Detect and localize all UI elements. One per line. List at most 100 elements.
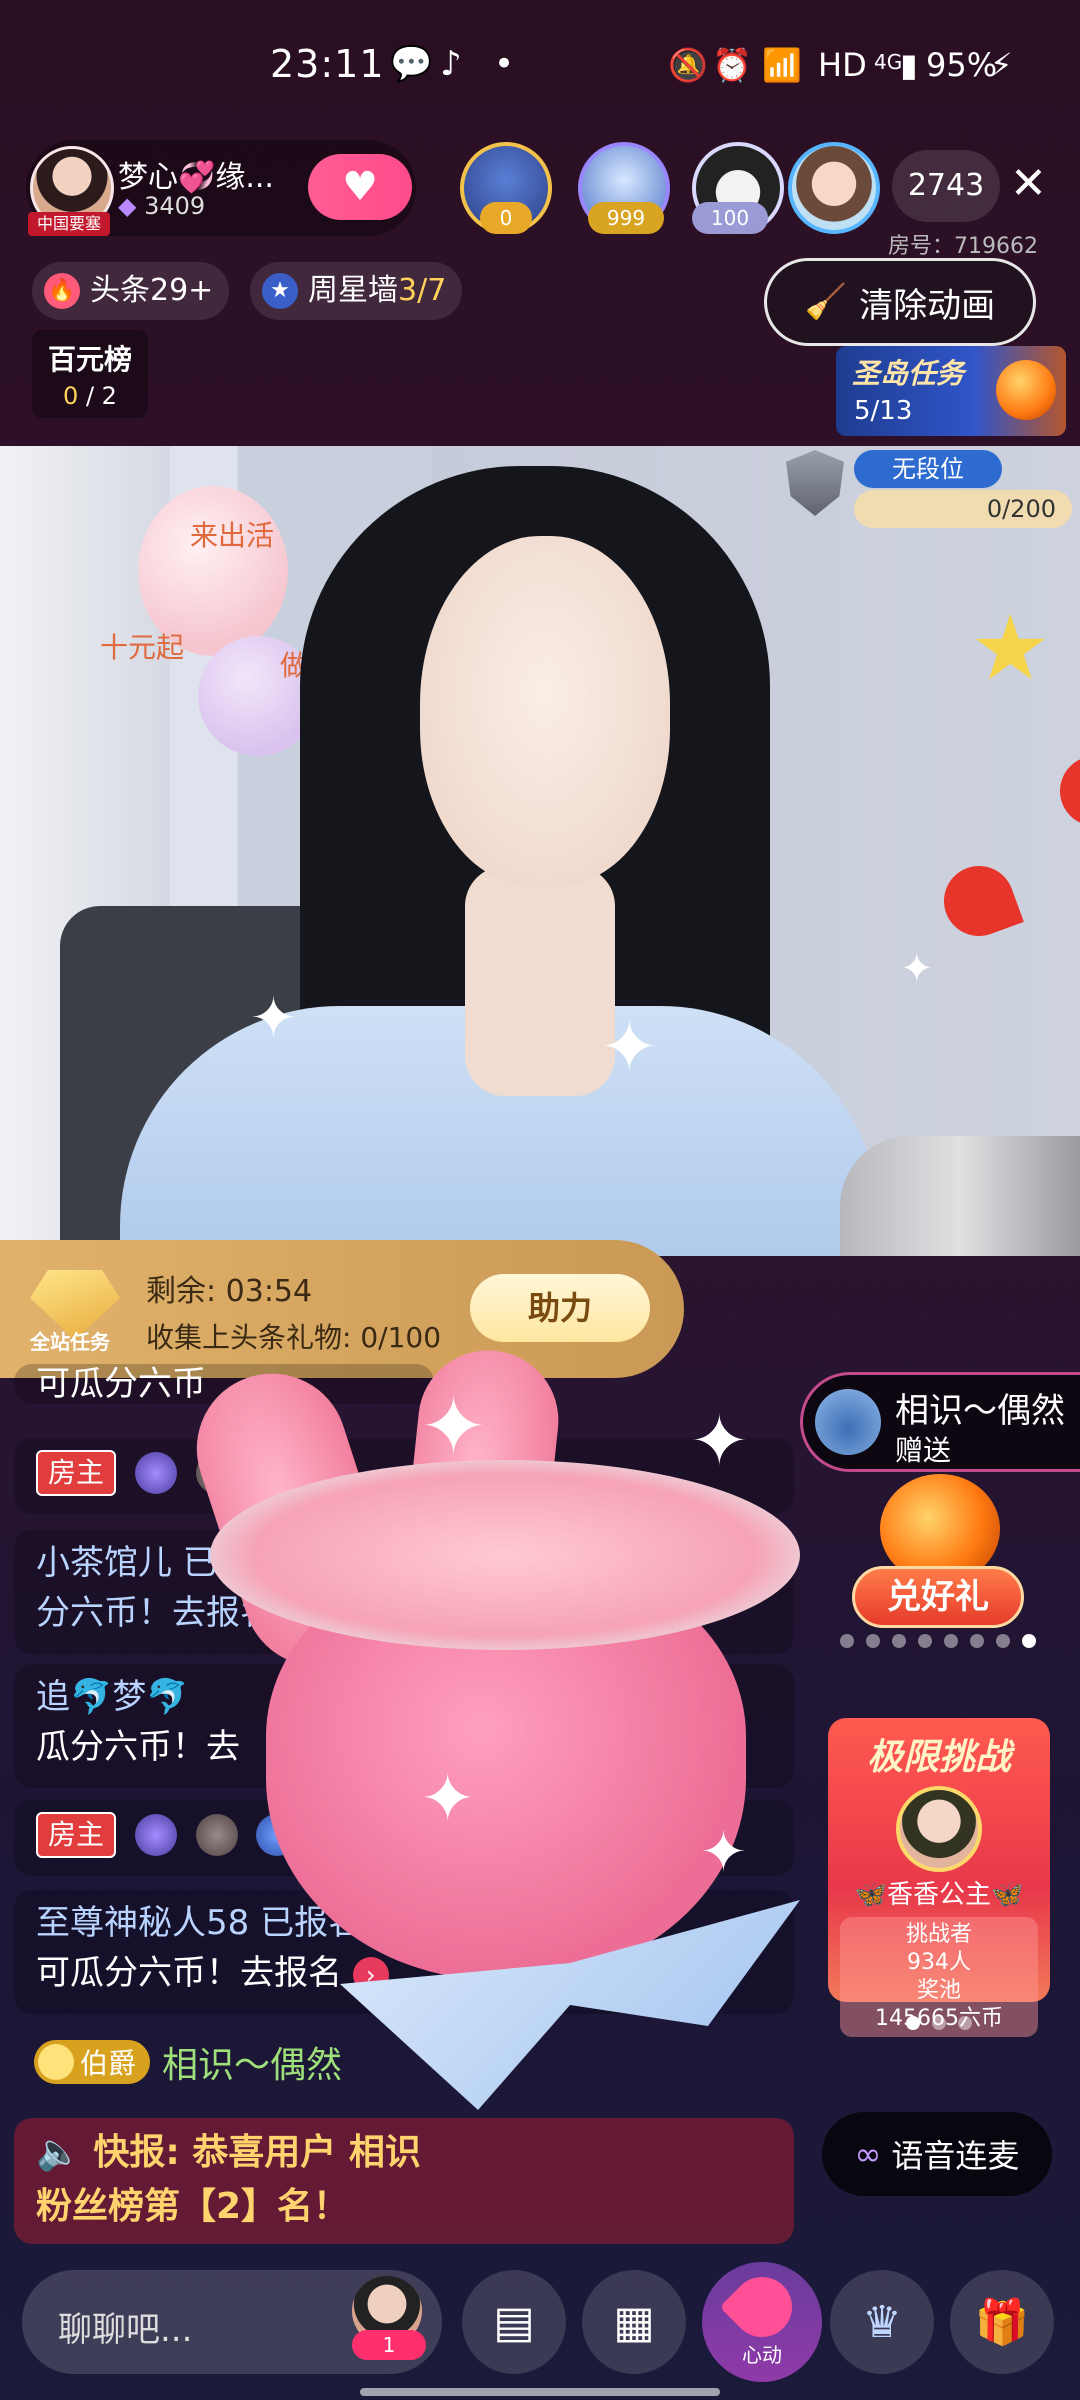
butterfly-icon: 🦋 — [991, 1880, 1024, 1910]
challenge-dots — [906, 2016, 972, 2030]
heart-icon — [719, 2264, 805, 2349]
rank-total: / 2 — [85, 382, 117, 410]
owner-badge: 房主 — [36, 1450, 117, 1496]
tiktok-icon: ♪ — [440, 44, 462, 84]
streamer-neck — [465, 866, 615, 1096]
speaker-icon: 🔈 — [36, 2132, 81, 2173]
task-collect: 收集上头条礼物: 0/100 — [146, 1321, 442, 1354]
gift-action: 赠送 — [895, 1434, 952, 1467]
viewer-badge-3: 100 — [692, 202, 768, 234]
status-time: 23:11 — [270, 42, 385, 86]
crown-icon: ♛ — [862, 2296, 902, 2348]
dot-icon: • — [494, 44, 515, 84]
chat-text: 可瓜分六币！去报名 — [36, 1953, 342, 1993]
week-star-chip[interactable]: ★ 周星墙3/7 — [250, 262, 463, 320]
follow-button[interactable]: ♥ — [308, 154, 412, 220]
signal-icon: ▮ — [900, 46, 918, 84]
viewer-count[interactable]: 2743 — [892, 150, 1000, 222]
link-icon: ∞ — [854, 2135, 882, 2173]
week-star-prefix: 周星墙 — [308, 273, 398, 308]
alarm-icon: ⏰ — [712, 46, 752, 84]
boost-button[interactable]: 助力 — [470, 1274, 650, 1342]
host-fans: ◆ 3409 — [118, 192, 205, 220]
voice-link-button[interactable]: ∞ 语音连麦 — [822, 2112, 1052, 2196]
level-badge-icon — [195, 1813, 238, 1856]
star-icon: ★ — [262, 273, 298, 309]
redeem-button[interactable]: 兑好礼 — [852, 1566, 1024, 1628]
gift-button[interactable]: 🎁 — [950, 2270, 1054, 2374]
chat-text: 至尊神秘人58 已报名 — [36, 1903, 363, 1943]
chat-message[interactable]: 伯爵 相识～偶然 — [34, 2036, 342, 2088]
challengers-count: 934人 — [907, 1950, 971, 1975]
challenge-title: 极限挑战 — [866, 1737, 1011, 1778]
chat-text: 可瓜分六币 — [36, 1364, 206, 1404]
network-label: 4G — [874, 50, 903, 74]
site-task-banner[interactable]: 全站任务 剩余: 03:54 收集上头条礼物: 0/100 助力 — [0, 1240, 684, 1378]
rank-progress: 0/200 — [854, 490, 1072, 528]
comment-button[interactable]: ▤ — [462, 2270, 566, 2374]
microphone — [840, 1136, 1080, 1256]
live-video[interactable]: 来出活 十元起 做游戏 ★ ✦ ✦ ✦ — [0, 446, 1080, 1256]
home-indicator[interactable] — [360, 2388, 720, 2396]
coin-icon — [38, 2044, 74, 2080]
heart-decoration-2 — [1050, 746, 1080, 836]
status-bar: 23:11 💬 ♪ • 🔕 ⏰ 📶 HD 4G ▮ 95% ⚡ — [0, 0, 1080, 140]
room-number: 房号：719662 — [888, 234, 1038, 259]
voice-link-label: 语音连麦 — [891, 2137, 1020, 2175]
headline-label: 头条29+ — [90, 273, 214, 308]
sparkle-icon: ✦ — [900, 946, 934, 992]
crown-button[interactable]: ♛ — [830, 2270, 934, 2374]
island-task-card[interactable]: 圣岛任务 5/13 — [836, 346, 1066, 436]
sparkle-icon: ✦ — [690, 1400, 749, 1482]
chat-user: 相识～偶然 — [162, 2045, 343, 2086]
carousel-dot — [944, 1634, 958, 1648]
streamer-face — [420, 536, 670, 886]
mic-user-badge: 1 — [352, 2330, 426, 2360]
island-task-progress: 5/13 — [854, 396, 913, 426]
sparkle-icon: ✦ — [700, 1820, 747, 1885]
island-task-title: 圣岛任务 — [852, 357, 965, 390]
star-decoration: ★ — [970, 596, 1051, 701]
bouquet-roses — [210, 1460, 800, 1650]
gift-sender-avatar — [815, 1389, 881, 1455]
carousel-dot-active — [1022, 1634, 1036, 1648]
butterfly-icon: 🦋 — [854, 1880, 887, 1910]
apps-button[interactable]: ▦ — [582, 2270, 686, 2374]
carousel-dot — [996, 1634, 1010, 1648]
heartbeat-button[interactable]: 心动 — [702, 2262, 822, 2382]
carousel-dots — [840, 1634, 1036, 1648]
news-banner[interactable]: 🔈 快报: 恭喜用户 相识 粉丝榜第【2】名！ — [14, 2118, 794, 2244]
viewer-badge-2: 999 — [588, 202, 664, 234]
carousel-dot — [866, 1634, 880, 1648]
rank-label[interactable]: 无段位 — [854, 450, 1002, 488]
close-button[interactable]: ✕ — [1010, 158, 1047, 209]
clear-animation-label: 清除动画 — [859, 285, 996, 326]
sparkle-icon: ✦ — [600, 1006, 659, 1088]
challengers-label: 挑战者 — [905, 1922, 972, 1947]
carousel-dot — [840, 1634, 854, 1648]
mute-icon: 🔕 — [668, 46, 708, 84]
extreme-challenge-card[interactable]: 极限挑战 🦋香香公主🦋 挑战者 934人 奖池 145665六币 — [828, 1718, 1050, 2037]
carousel-dot — [932, 2016, 946, 2030]
gift-notice[interactable]: 相识～偶然 赠送 — [800, 1372, 1080, 1472]
task-remaining: 剩余: 03:54 — [146, 1274, 313, 1309]
sparkle-icon: ✦ — [420, 1380, 488, 1473]
host-tag: 中国要塞 — [28, 212, 110, 236]
wechat-icon: 💬 — [390, 44, 433, 84]
host-name[interactable]: 梦心💞缘... — [118, 152, 274, 196]
balloon-text-1: 来出活 — [190, 519, 275, 552]
headline-chip[interactable]: 🔥 头条29+ — [32, 262, 230, 320]
broom-icon: 🧹 — [804, 282, 848, 322]
viewer-avatar-4[interactable] — [788, 142, 880, 234]
clear-animation-button[interactable]: 🧹 清除动画 — [764, 258, 1036, 346]
owner-badge: 房主 — [36, 1812, 117, 1858]
pool-label: 奖池 — [916, 1978, 961, 2003]
hundred-rank[interactable]: 百元榜 0 / 2 — [32, 330, 148, 418]
carousel-dot — [918, 1634, 932, 1648]
hd-label: HD — [818, 46, 867, 84]
carousel-dot — [958, 2016, 972, 2030]
level-badge-icon — [134, 1813, 177, 1856]
duke-badge-label: 伯爵 — [80, 2047, 137, 2080]
charging-icon: ⚡ — [990, 46, 1013, 84]
fire-icon: 🔥 — [44, 273, 80, 309]
